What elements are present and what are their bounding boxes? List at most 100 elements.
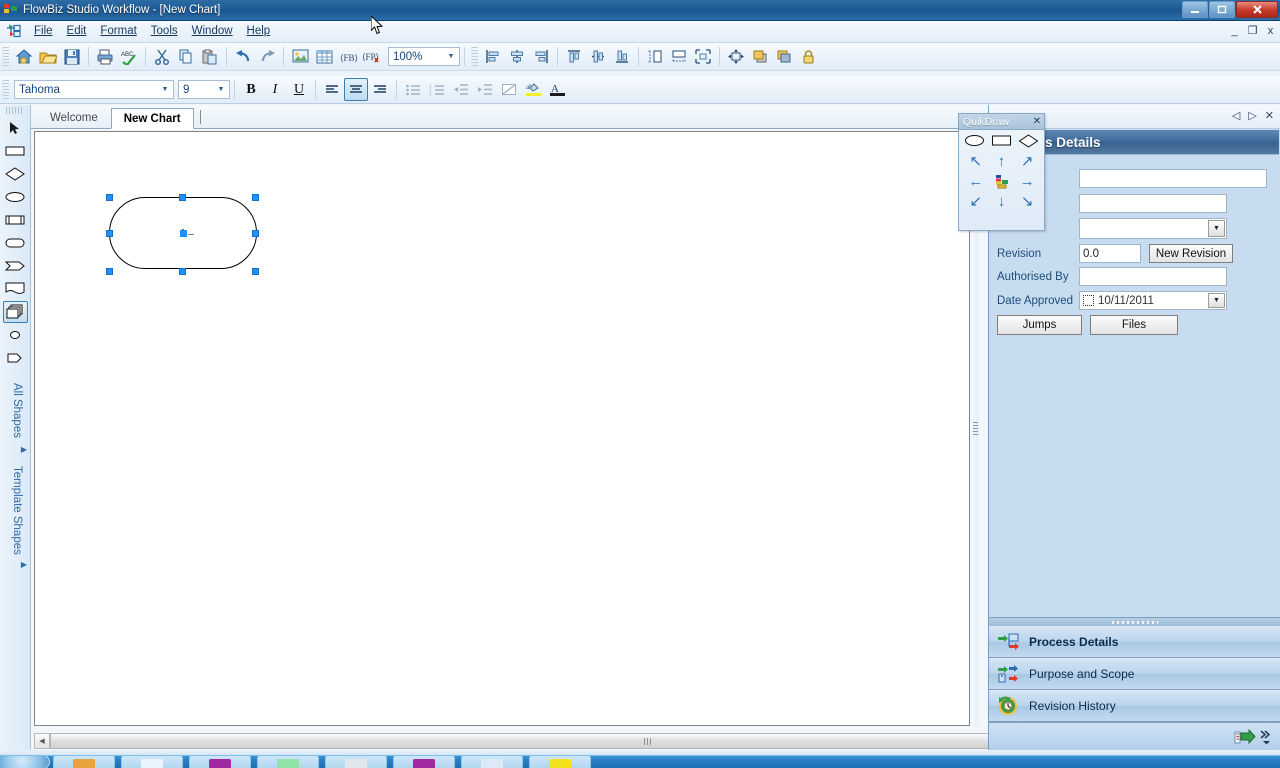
accordion-splitter[interactable] <box>989 617 1280 626</box>
authorised-by-field[interactable] <box>1079 267 1227 286</box>
chevron-down-icon[interactable]: ▼ <box>157 81 173 98</box>
chevron-down-icon[interactable]: ▼ <box>443 48 459 65</box>
process-shape[interactable] <box>3 209 28 231</box>
nav-next-icon[interactable]: ▷ <box>1248 111 1256 122</box>
text-align-left-button[interactable] <box>320 78 344 101</box>
taskbar-item-2[interactable] <box>121 756 183 768</box>
align-bottom-button[interactable] <box>610 45 634 68</box>
taskbar-item-1[interactable] <box>53 756 115 768</box>
quikdraw-arrow-left[interactable]: ← <box>963 174 989 194</box>
taskbar-item-6[interactable] <box>393 756 455 768</box>
arrow-shape[interactable] <box>3 255 28 277</box>
fp-button[interactable]: ⟨FP⟩ <box>360 45 384 68</box>
size-both-button[interactable] <box>691 45 715 68</box>
format-toolbar-grip[interactable] <box>2 79 9 100</box>
quikdraw-arrow-down-left[interactable]: ↙ <box>963 194 989 214</box>
align-center-h-button[interactable] <box>505 45 529 68</box>
date-approved-field[interactable]: 10/11/2011 ▼ <box>1079 291 1227 310</box>
new-revision-button[interactable]: New Revision <box>1149 244 1233 263</box>
zoom-combo[interactable]: 100% ▼ <box>388 47 460 66</box>
paste-button[interactable] <box>198 45 222 68</box>
bring-front-button[interactable] <box>748 45 772 68</box>
minimize-button[interactable] <box>1182 1 1208 18</box>
align-left-button[interactable] <box>481 45 505 68</box>
taskbar-item-4[interactable] <box>257 756 319 768</box>
category-dropdown[interactable]: ▼ <box>1079 218 1227 239</box>
template-shapes-caret-icon[interactable]: ▶ <box>0 560 30 569</box>
tab-welcome[interactable]: Welcome <box>37 107 111 128</box>
quikdraw-center-icon[interactable] <box>989 174 1015 194</box>
rectangle-shape[interactable] <box>3 140 28 162</box>
document-shape[interactable] <box>3 278 28 300</box>
home-button[interactable] <box>12 45 36 68</box>
spelling-button[interactable]: ABC <box>117 45 141 68</box>
text-align-right-button[interactable] <box>368 78 392 101</box>
quikdraw-arrow-down-right[interactable]: ↘ <box>1014 194 1040 214</box>
maximize-button[interactable] <box>1209 1 1235 18</box>
template-shapes-group[interactable]: Template Shapes <box>7 460 23 560</box>
taskbar-item-7[interactable] <box>461 756 523 768</box>
accordion-revision-history[interactable]: Revision History <box>989 690 1280 722</box>
underline-button[interactable]: U <box>287 78 311 101</box>
calendar-dropdown-icon[interactable]: ▼ <box>1208 293 1225 308</box>
shapes-palette-grip[interactable] <box>6 107 24 114</box>
quikdraw-rectangle[interactable] <box>991 134 1012 151</box>
close-button[interactable] <box>1236 1 1278 18</box>
start-button[interactable] <box>0 756 50 768</box>
fb-button[interactable]: ⟨FB⟩ <box>336 45 360 68</box>
save-button[interactable] <box>60 45 84 68</box>
size-width-button[interactable] <box>667 45 691 68</box>
selection-handle-se[interactable] <box>252 268 259 275</box>
chevron-double-right-icon[interactable] <box>1260 728 1274 746</box>
quikdraw-palette[interactable]: QuikDraw ✕ ↖ ↑ ↗ ← → ↙ ↓ ↘ <box>958 113 1045 231</box>
toolbar-grip[interactable] <box>2 46 9 67</box>
menu-item-window[interactable]: Window <box>185 23 240 40</box>
copy-button[interactable] <box>174 45 198 68</box>
taskbar-item-3[interactable] <box>189 756 251 768</box>
scroll-left-button[interactable]: ◀ <box>34 733 50 749</box>
selection-handle-e[interactable] <box>252 230 259 237</box>
properties-close-icon[interactable]: ✕ <box>1265 111 1274 122</box>
chart-field[interactable] <box>1079 169 1267 188</box>
selection-handle-n[interactable] <box>179 194 186 201</box>
code-field[interactable] <box>1079 194 1227 213</box>
accordion-process-details[interactable]: Process Details <box>989 626 1280 658</box>
fit-shape-button[interactable] <box>724 45 748 68</box>
lock-button[interactable] <box>796 45 820 68</box>
font-name-combo[interactable]: Tahoma ▼ <box>14 80 174 99</box>
outdent-button[interactable] <box>449 78 473 101</box>
menu-item-format[interactable]: Format <box>93 23 143 40</box>
redo-button[interactable] <box>255 45 279 68</box>
align-middle-button[interactable] <box>586 45 610 68</box>
revision-field[interactable]: 0.0 <box>1079 244 1141 263</box>
quikdraw-arrow-up[interactable]: ↑ <box>989 154 1015 174</box>
connector-shape[interactable] <box>3 324 28 346</box>
italic-button[interactable]: I <box>263 78 287 101</box>
selection-handle-ne[interactable] <box>252 194 259 201</box>
line-style-button[interactable] <box>497 78 521 101</box>
menu-item-tools[interactable]: Tools <box>144 23 185 40</box>
quikdraw-arrow-up-left[interactable]: ↖ <box>963 154 989 174</box>
chart-canvas[interactable]: 1 <box>34 131 970 726</box>
green-arrow-icon[interactable] <box>1234 728 1256 746</box>
all-shapes-group[interactable]: All Shapes <box>7 375 23 445</box>
size-height-button[interactable] <box>643 45 667 68</box>
menu-item-file[interactable]: File <box>27 23 60 40</box>
date-approved-checkbox[interactable] <box>1083 295 1094 306</box>
cut-button[interactable] <box>150 45 174 68</box>
mdi-minimize-button[interactable]: _ <box>1228 24 1241 38</box>
open-button[interactable] <box>36 45 60 68</box>
numbering-button[interactable]: 123 <box>425 78 449 101</box>
align-toolbar-grip[interactable] <box>471 46 478 67</box>
mdi-restore-button[interactable]: ❐ <box>1246 24 1259 38</box>
selection-handle-nw[interactable] <box>106 194 113 201</box>
chevron-down-icon[interactable]: ▼ <box>1208 220 1225 237</box>
tab-new-chart[interactable]: New Chart <box>110 108 194 129</box>
indent-button[interactable] <box>473 78 497 101</box>
quikdraw-arrow-up-right[interactable]: ↗ <box>1014 154 1040 174</box>
selection-handle-sw[interactable] <box>106 268 113 275</box>
align-top-button[interactable] <box>562 45 586 68</box>
quikdraw-ellipse[interactable] <box>964 134 985 151</box>
selection-handle-s[interactable] <box>179 268 186 275</box>
text-align-center-button[interactable] <box>344 78 368 101</box>
